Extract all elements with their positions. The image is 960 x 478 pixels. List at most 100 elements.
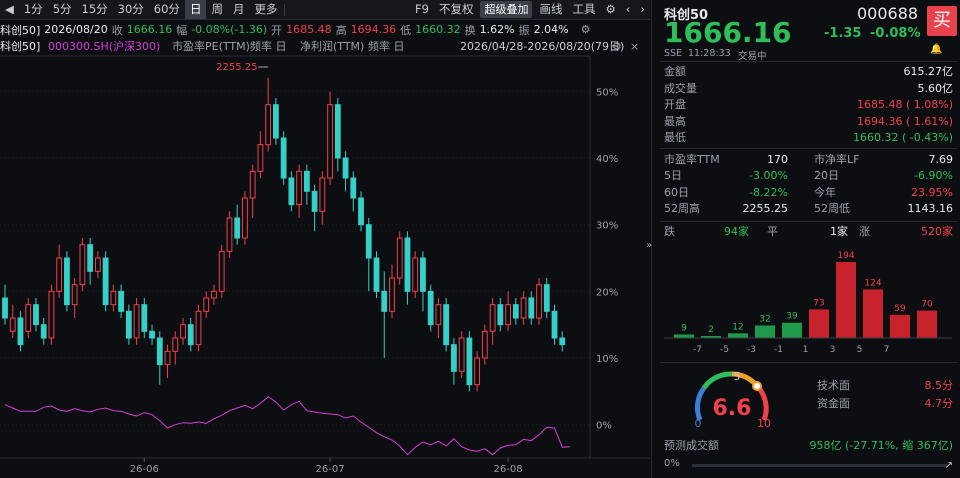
candle-body bbox=[404, 237, 411, 292]
perf-row: 60日 -8.22% 今年 23.95% bbox=[664, 185, 953, 200]
buy-button[interactable]: 买 bbox=[927, 6, 957, 36]
bell-icon[interactable]: 🔔 bbox=[930, 44, 942, 55]
breadth-bin-label: -7 bbox=[693, 345, 702, 355]
candle-body bbox=[64, 257, 70, 306]
score-gauge: 6.6 0 5 10 bbox=[695, 370, 772, 430]
legend-ind1[interactable]: 市盈率PE(TTM) bbox=[172, 40, 250, 53]
breadth-bin-label: 7 bbox=[884, 345, 890, 355]
prev-icon[interactable]: ‹ bbox=[621, 0, 636, 19]
candle-body bbox=[118, 290, 124, 312]
prev-icon[interactable]: ◀ bbox=[0, 0, 19, 19]
max-price-label: 2255.25 bbox=[216, 62, 257, 73]
period-tab[interactable]: 60分 bbox=[149, 0, 185, 19]
period-tab[interactable]: 更多 bbox=[249, 0, 282, 19]
fund-label: 资金面 bbox=[817, 397, 850, 410]
candle-body bbox=[211, 290, 217, 299]
candle-body bbox=[102, 257, 109, 306]
breadth-bar-label: 32 bbox=[759, 314, 770, 324]
tools-button[interactable]: 工具 bbox=[567, 0, 600, 19]
expand-icon[interactable]: ↗ bbox=[945, 460, 953, 471]
legend-compare[interactable]: 000300.SH(沪深300) bbox=[48, 40, 160, 53]
tech-score: 8.5分 bbox=[924, 379, 954, 392]
perf-label: 5日 bbox=[664, 169, 682, 182]
stat-row: 金额 615.27亿 bbox=[664, 64, 953, 79]
legend-ind2[interactable]: 净利润(TTM) bbox=[300, 40, 364, 53]
infobar-turn-label: 换 bbox=[464, 23, 476, 37]
breadth-bar bbox=[809, 309, 829, 338]
candle-body bbox=[265, 104, 272, 146]
period-tab[interactable]: 30分 bbox=[113, 0, 149, 19]
gauge-max: 10 bbox=[757, 417, 771, 430]
gear-icon[interactable]: ⚙ bbox=[600, 0, 620, 19]
infobar-low: 1660.32 bbox=[415, 23, 461, 36]
candle-body bbox=[334, 104, 341, 159]
collapse-panel-icon[interactable]: » bbox=[646, 240, 652, 251]
kline-chart[interactable]: 科创50] 000300.SH(沪深300) 市盈率PE(TTM) 频率 日 净… bbox=[0, 40, 650, 478]
y-tick-label: 30% bbox=[596, 221, 618, 232]
candle-body bbox=[180, 324, 186, 339]
ohlc-infobar: 科创50] 2026/08/20 收 1666.16 幅 -0.08%(-1.3… bbox=[0, 20, 650, 39]
y-tick-label: 40% bbox=[596, 154, 618, 165]
gauge-marker bbox=[752, 381, 762, 391]
breadth-bar bbox=[674, 334, 694, 338]
stat-row: 开盘 1685.48 ( 1.08%) bbox=[664, 97, 953, 112]
candle-body bbox=[141, 304, 148, 332]
period-tab[interactable]: 月 bbox=[228, 0, 250, 19]
overlay-button[interactable]: 超级叠加 bbox=[480, 1, 533, 18]
stat-value: 615.27亿 bbox=[903, 65, 954, 78]
perf-value: 23.95% bbox=[911, 185, 953, 199]
candle-body bbox=[242, 197, 248, 239]
forecast-progress-bar bbox=[692, 464, 948, 467]
perf-row: 52周高 2255.25 52周低 1143.16 bbox=[664, 201, 953, 216]
breadth-bar-label: 9 bbox=[681, 323, 687, 333]
y-tick-label: 50% bbox=[596, 87, 618, 98]
breadth-bar bbox=[890, 314, 910, 338]
breadth-row: 跌 94家 平 1家 涨 520家 bbox=[664, 224, 953, 239]
settings-icon[interactable]: ⚙ bbox=[581, 23, 591, 36]
candle-body bbox=[365, 224, 372, 259]
stat-row: 最高 1694.36 ( 1.61%) bbox=[664, 114, 953, 129]
pb-value: 7.69 bbox=[928, 153, 954, 166]
candle-body bbox=[412, 257, 419, 292]
candle-body bbox=[373, 257, 380, 292]
breadth-bar bbox=[755, 325, 775, 338]
divider bbox=[660, 61, 957, 62]
fq-button[interactable]: 不复权 bbox=[434, 0, 479, 19]
f9-button[interactable]: F9 bbox=[410, 0, 434, 19]
legend-main: 科创50] bbox=[0, 40, 40, 53]
period-tab[interactable]: 1分 bbox=[19, 0, 48, 19]
candle-body bbox=[327, 104, 333, 179]
candle-body bbox=[133, 304, 140, 339]
breadth-bar-label: 73 bbox=[813, 298, 824, 308]
period-tab[interactable]: 5分 bbox=[48, 0, 77, 19]
candle-body bbox=[342, 157, 349, 179]
quote-change: -1.35 bbox=[824, 26, 862, 41]
infobar-chg-label: 幅 bbox=[176, 23, 188, 37]
infobar-close-label: 收 bbox=[111, 23, 123, 37]
candle-body bbox=[156, 337, 163, 366]
candle-body bbox=[195, 310, 202, 346]
settings-small-icon[interactable]: ⚙ bbox=[612, 40, 622, 53]
breadth-bin-label: -5 bbox=[720, 345, 729, 355]
next-icon[interactable]: › bbox=[635, 0, 650, 19]
candle-body bbox=[296, 170, 303, 206]
breadth-bin-label: -1 bbox=[774, 345, 783, 355]
draw-button[interactable]: 画线 bbox=[534, 0, 567, 19]
stat-row: 成交量 5.60亿 bbox=[664, 81, 953, 96]
quote-change-pct: -0.08% bbox=[870, 26, 921, 41]
close-icon[interactable]: × bbox=[630, 40, 639, 53]
down-count: 94家 bbox=[724, 225, 749, 238]
period-tab[interactable]: 日 bbox=[184, 0, 207, 19]
pe-row: 市盈率TTM 170 市净率LF 7.69 bbox=[664, 152, 953, 167]
period-toolbar: ◀ 1分 5分 15分 30分 60分日周月更多 F9 不复权 超级叠加 画线 工具 ⚙ ‹ › bbox=[0, 0, 650, 20]
perf-label: 今年 bbox=[814, 185, 836, 199]
period-tab[interactable]: 15分 bbox=[77, 0, 113, 19]
period-tab[interactable]: 周 bbox=[206, 0, 228, 19]
breadth-bin-label: 3 bbox=[830, 345, 836, 355]
candle-body bbox=[203, 297, 210, 312]
candle-body bbox=[272, 104, 279, 139]
candle-body bbox=[71, 284, 78, 306]
candle-body bbox=[56, 257, 63, 292]
breadth-bar bbox=[836, 262, 856, 338]
gauge-value: 6.6 bbox=[713, 396, 752, 421]
